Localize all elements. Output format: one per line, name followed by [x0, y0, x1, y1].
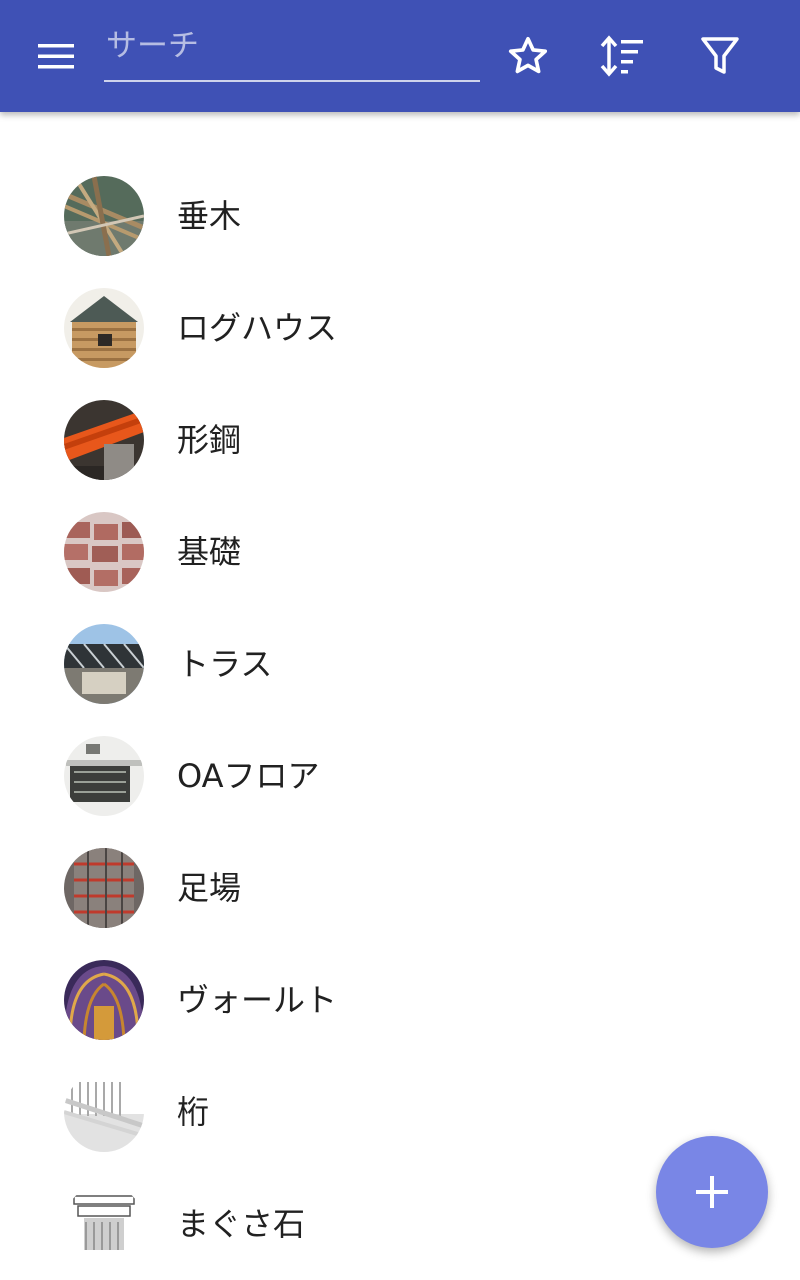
thumb-foundation	[64, 512, 144, 592]
menu-icon	[38, 44, 74, 69]
app-toolbar	[0, 0, 800, 112]
search-box	[104, 20, 480, 82]
list-item[interactable]: トラス	[0, 608, 800, 720]
thumb-raised-floor	[64, 736, 144, 816]
sort-button[interactable]	[591, 24, 655, 88]
menu-button[interactable]	[24, 24, 88, 88]
list-item[interactable]: OAフロア	[0, 720, 800, 832]
item-label: 形鋼	[177, 421, 242, 459]
thumb-log-house	[64, 288, 144, 368]
item-list: 垂木 ログハウス 形鋼 基礎 トラス OAフロア 足場 ヴォールト 桁 まぐさ石	[0, 160, 800, 1280]
thumb-steel-beam	[64, 400, 144, 480]
item-label: まぐさ石	[177, 1205, 306, 1243]
filter-icon	[701, 37, 739, 74]
thumb-rafters	[64, 176, 144, 256]
item-label: ログハウス	[177, 309, 338, 347]
item-label: 基礎	[177, 533, 242, 571]
filter-button[interactable]	[688, 24, 752, 88]
thumb-lintel	[64, 1184, 144, 1264]
sort-icon	[600, 35, 643, 77]
list-item[interactable]: 基礎	[0, 496, 800, 608]
item-label: トラス	[177, 645, 273, 683]
list-item[interactable]: ログハウス	[0, 272, 800, 384]
favorites-button[interactable]	[496, 24, 560, 88]
star-outline-icon	[508, 36, 548, 74]
app-screen: 垂木 ログハウス	[0, 0, 800, 1280]
list-item[interactable]: 垂木	[0, 160, 800, 272]
item-label: 足場	[177, 869, 242, 907]
item-label: 桁	[177, 1093, 210, 1131]
thumb-vault	[64, 960, 144, 1040]
item-label: ヴォールト	[177, 981, 338, 1019]
thumb-truss	[64, 624, 144, 704]
item-label: 垂木	[177, 197, 242, 235]
search-input[interactable]	[104, 20, 480, 72]
thumb-scaffolding	[64, 848, 144, 928]
add-button[interactable]	[656, 1136, 768, 1248]
item-label: OAフロア	[177, 757, 320, 795]
list-item[interactable]: ヴォールト	[0, 944, 800, 1056]
list-item[interactable]: 足場	[0, 832, 800, 944]
list-item[interactable]: 形鋼	[0, 384, 800, 496]
plus-icon	[696, 1176, 728, 1208]
thumb-girder	[64, 1072, 144, 1152]
